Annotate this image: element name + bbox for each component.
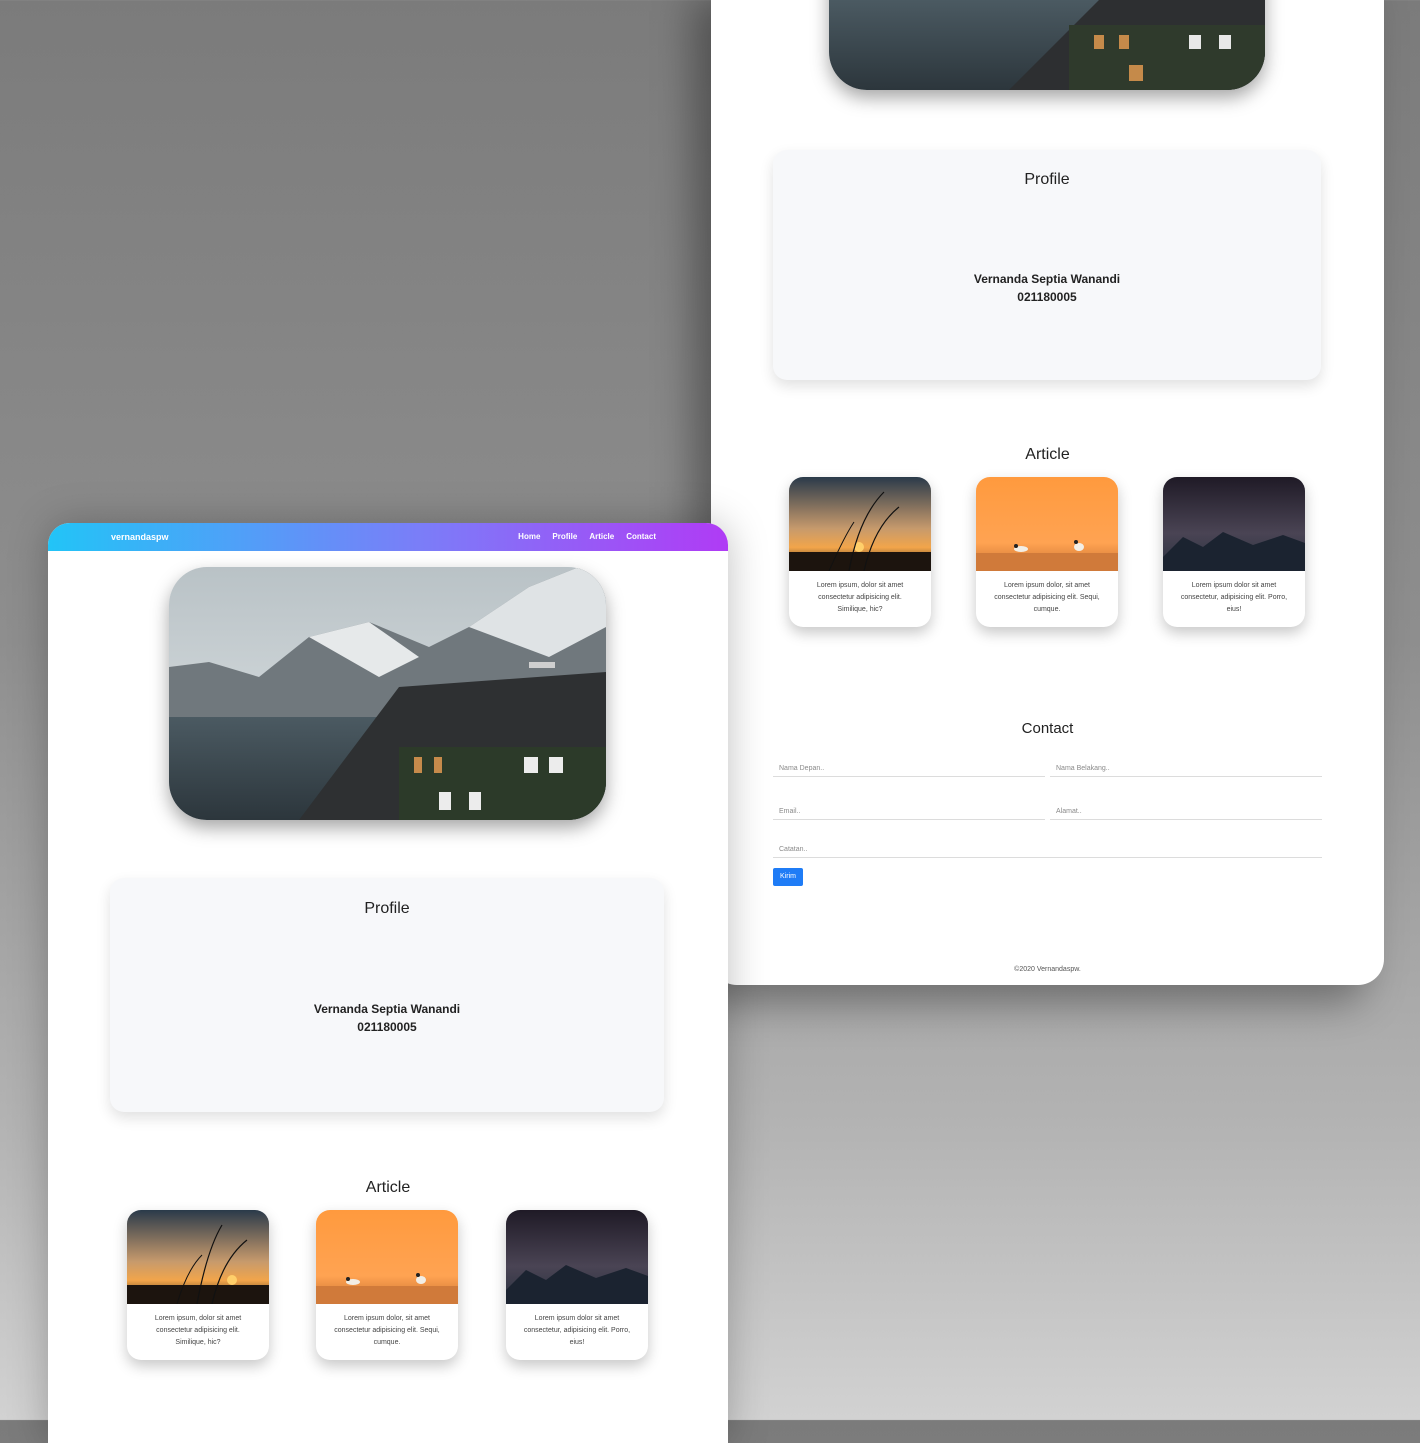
article-title: Article (365, 1179, 411, 1196)
mountain-night-photo (1163, 477, 1305, 571)
footer-text: ©2020 Vernandaspw. (1014, 966, 1081, 973)
mountain-night-photo (506, 1210, 648, 1304)
article-card-text: Lorem ipsum dolor, sit amet consectetur … (334, 1315, 440, 1346)
page-back: Profile Vernanda Septia Wanandi 02118000… (711, 0, 1384, 985)
article-card[interactable]: Lorem ipsum, dolor sit amet consectetur … (789, 477, 931, 627)
grass-sunset-photo (127, 1210, 269, 1304)
hero-image (169, 567, 606, 820)
nav-link-contact[interactable]: Contact (626, 532, 656, 541)
profile-id: 021180005 (1017, 290, 1077, 304)
nav-link-article[interactable]: Article (589, 532, 614, 541)
profile-id: 021180005 (357, 1020, 417, 1034)
notes-input[interactable]: Catatan.. (773, 843, 1322, 858)
nav-link-profile[interactable]: Profile (552, 532, 577, 541)
contact-title: Contact (1021, 720, 1074, 737)
birds-orange-photo (316, 1210, 458, 1304)
submit-button[interactable]: Kirim (773, 868, 803, 886)
profile-card: Profile Vernanda Septia Wanandi 02118000… (110, 878, 664, 1112)
page-front: vernandaspw Home Profile Article Contact (48, 523, 728, 1443)
profile-name: Vernanda Septia Wanandi (973, 272, 1121, 286)
navbar: vernandaspw Home Profile Article Contact (48, 523, 728, 551)
last-name-input[interactable]: Nama Belakang.. (1050, 762, 1322, 777)
article-card-text: Lorem ipsum, dolor sit amet consectetur … (816, 582, 904, 613)
nav-links: Home Profile Article Contact (518, 532, 656, 541)
profile-title: Profile (364, 900, 410, 917)
article-card-text: Lorem ipsum dolor sit amet consectetur, … (523, 1315, 631, 1346)
grass-sunset-photo (789, 477, 931, 571)
article-card[interactable]: Lorem ipsum dolor, sit amet consectetur … (316, 1210, 458, 1360)
article-card[interactable]: Lorem ipsum dolor sit amet consectetur, … (506, 1210, 648, 1360)
email-input[interactable]: Email.. (773, 805, 1045, 820)
article-card-text: Lorem ipsum dolor sit amet consectetur, … (1180, 582, 1288, 613)
address-input[interactable]: Alamat.. (1050, 805, 1322, 820)
brand-logo[interactable]: vernandaspw (111, 532, 169, 542)
article-card-text: Lorem ipsum dolor, sit amet consectetur … (994, 582, 1100, 613)
profile-title: Profile (1024, 171, 1070, 188)
nav-link-home[interactable]: Home (518, 532, 540, 541)
profile-name: Vernanda Septia Wanandi (313, 1002, 461, 1016)
article-card-text: Lorem ipsum, dolor sit amet consectetur … (154, 1315, 242, 1346)
article-card[interactable]: Lorem ipsum, dolor sit amet consectetur … (127, 1210, 269, 1360)
first-name-input[interactable]: Nama Depan.. (773, 762, 1045, 777)
profile-card: Profile Vernanda Septia Wanandi 02118000… (773, 150, 1321, 380)
article-card[interactable]: Lorem ipsum dolor sit amet consectetur, … (1163, 477, 1305, 627)
profile-info: Vernanda Septia Wanandi 021180005 (773, 270, 1321, 306)
profile-info: Vernanda Septia Wanandi 021180005 (110, 1000, 664, 1036)
hero-image (829, 0, 1265, 90)
birds-orange-photo (976, 477, 1118, 571)
hero-landscape-photo (829, 0, 1265, 90)
article-card[interactable]: Lorem ipsum dolor, sit amet consectetur … (976, 477, 1118, 627)
article-title: Article (1025, 446, 1070, 463)
hero-landscape-photo (169, 567, 606, 820)
